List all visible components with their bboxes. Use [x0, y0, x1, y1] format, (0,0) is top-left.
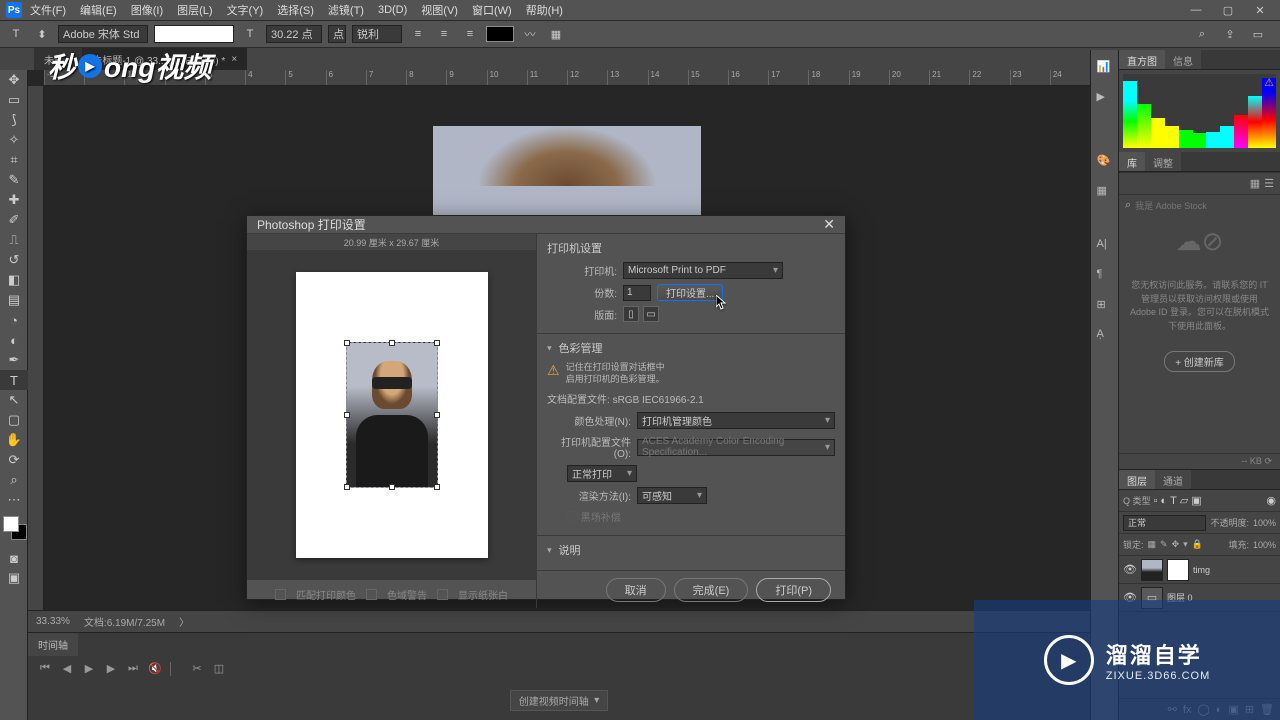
- printer-label: 打印机:: [547, 263, 623, 278]
- orientation-landscape-icon[interactable]: ▭: [643, 306, 659, 322]
- color-warning-text: 记住在打印设置对话框中启用打印机的色彩管理。: [566, 362, 665, 385]
- copies-label: 份数:: [547, 285, 623, 300]
- match-colors-checkbox[interactable]: [275, 589, 286, 600]
- color-handling-select[interactable]: 打印机管理颜色: [637, 412, 835, 429]
- doc-profile-value: sRGB IEC61966-2.1: [613, 395, 704, 406]
- paper-white-label: 显示纸张白: [458, 587, 508, 602]
- warning-icon: ⚠: [547, 362, 560, 385]
- color-mgmt-section-title[interactable]: 色彩管理: [547, 340, 835, 362]
- printer-profile-select: ACES Academy Color Encoding Specificatio…: [637, 439, 835, 456]
- copies-input[interactable]: [623, 285, 651, 301]
- foreground-color[interactable]: [3, 516, 19, 532]
- dialog-close-icon[interactable]: ✕: [823, 216, 835, 233]
- paper-white-checkbox[interactable]: [437, 589, 448, 600]
- description-section-title[interactable]: 说明: [547, 542, 835, 564]
- preview-dimensions: 20.99 厘米 x 29.67 厘米: [247, 234, 536, 250]
- printer-select[interactable]: Microsoft Print to PDF: [623, 262, 783, 279]
- dialog-title-text: Photoshop 打印设置: [257, 216, 366, 233]
- printer-section-title: 打印机设置: [547, 240, 835, 262]
- rendering-intent-select[interactable]: 可感知: [637, 487, 707, 504]
- layout-label: 版面:: [547, 307, 623, 322]
- print-dialog: Photoshop 打印设置 ✕ 20.99 厘米 x 29.67 厘米: [246, 215, 846, 600]
- rendering-intent-label: 渲染方法(I):: [547, 488, 637, 503]
- dialog-overlay: Photoshop 打印设置 ✕ 20.99 厘米 x 29.67 厘米: [0, 0, 1280, 720]
- dialog-titlebar[interactable]: Photoshop 打印设置 ✕: [247, 216, 845, 234]
- preview-page: [296, 272, 488, 558]
- print-button[interactable]: 打印(P): [756, 578, 831, 602]
- doc-profile-label: 文档配置文件:: [547, 395, 610, 406]
- blackpoint-label: 黑场补偿: [581, 509, 621, 524]
- printer-profile-label: 打印机配置文件(O):: [547, 434, 637, 460]
- color-handling-label: 颜色处理(N):: [547, 413, 637, 428]
- gamut-label: 色域警告: [387, 587, 427, 602]
- print-settings-button[interactable]: 打印设置...: [657, 284, 723, 301]
- preview-image[interactable]: [346, 342, 438, 488]
- print-type-select[interactable]: 正常打印: [567, 465, 637, 482]
- cancel-button[interactable]: 取消: [606, 578, 666, 602]
- preview-options: 匹配打印颜色 色域警告 显示纸张白: [247, 580, 536, 608]
- orientation-portrait-icon[interactable]: ▯: [623, 306, 639, 322]
- gamut-checkbox[interactable]: [366, 589, 377, 600]
- match-colors-label: 匹配打印颜色: [296, 587, 356, 602]
- print-preview: [247, 250, 536, 580]
- blackpoint-checkbox: [567, 511, 578, 522]
- done-button[interactable]: 完成(E): [674, 578, 749, 602]
